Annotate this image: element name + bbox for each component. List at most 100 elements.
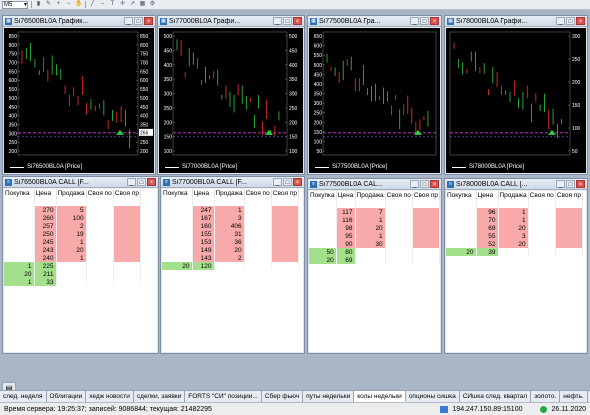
crosshair-icon[interactable]: ✛ bbox=[119, 1, 126, 8]
zoom-out-icon[interactable]: − bbox=[65, 1, 72, 8]
tab-8[interactable]: опционы сишка bbox=[405, 391, 460, 402]
maximize-icon[interactable]: □ bbox=[566, 17, 575, 25]
column-header[interactable]: Цена bbox=[192, 189, 215, 198]
table-row[interactable]: 116 1 bbox=[309, 216, 440, 224]
settings-icon[interactable]: ⚙ bbox=[149, 1, 156, 8]
close-icon[interactable]: × bbox=[430, 180, 439, 188]
tab-0[interactable]: след. неделя bbox=[0, 391, 47, 402]
column-header[interactable]: Своя пр bbox=[271, 189, 299, 198]
close-icon[interactable]: × bbox=[147, 178, 156, 186]
column-header[interactable]: Продажа bbox=[214, 189, 245, 198]
window-titlebar[interactable]: ≡ Si76500BL0A CALL [F... _ □ × bbox=[3, 177, 158, 188]
chart-area[interactable]: 500 450 400 350 300 250 200 150 100 500 450 400 350 3… bbox=[159, 28, 303, 173]
order-book-table[interactable]: Покупка Цена Продажа Своя по Своя пр 117 7 116 1… bbox=[309, 191, 440, 264]
table-row[interactable]: 20 69 bbox=[309, 256, 440, 264]
tab-7[interactable]: колы недельки bbox=[354, 391, 406, 402]
column-header[interactable]: Цена bbox=[336, 191, 356, 200]
price-chart[interactable]: 500 450 400 350 300 250 200 150 100 500 450 400 350 3… bbox=[159, 28, 303, 173]
order-book-table-area[interactable]: Покупка Цена Продажа Своя по Своя пр 96 1 70 1 69… bbox=[446, 191, 586, 352]
bar-chart-icon[interactable]: ▮ bbox=[35, 1, 42, 8]
tab-11[interactable]: нефть. bbox=[560, 391, 588, 402]
table-row[interactable]: 149 20 bbox=[162, 246, 299, 254]
chart-window-2[interactable]: ▦ Si77000BL0A Графи... _ □ × 500 450 400 350 3… bbox=[157, 15, 305, 175]
close-icon[interactable]: × bbox=[576, 180, 585, 188]
table-row[interactable]: 1 225 bbox=[4, 262, 141, 270]
window-titlebar[interactable]: ▦ Si76500BL0A График... _ □ × bbox=[3, 16, 155, 27]
table-row[interactable]: 20 120 bbox=[162, 262, 299, 270]
close-icon[interactable]: × bbox=[293, 178, 302, 186]
price-chart[interactable]: 850 800 750 700 650 600 550 500 450 400 350 300 250 2… bbox=[4, 28, 154, 173]
table-row[interactable]: 245 1 bbox=[4, 238, 141, 246]
grid-icon[interactable]: ▦ bbox=[139, 1, 146, 8]
table-row[interactable]: 160 406 bbox=[162, 222, 299, 230]
table-row[interactable]: 50 80 bbox=[309, 248, 440, 256]
table-row[interactable]: 70 1 bbox=[446, 216, 583, 224]
order-book-window-4[interactable]: ≡ Si78000BL0A CALL [... _ □ × Покупка Цена П… bbox=[444, 178, 588, 354]
minimize-icon[interactable]: _ bbox=[124, 17, 133, 25]
chart-area[interactable]: 850 800 750 700 650 600 550 500 450 400 350 300 250 2… bbox=[4, 28, 154, 173]
order-book-window-2[interactable]: ≡ Si77000BL0A CALL [F... _ □ × Покупка Цена… bbox=[160, 176, 305, 354]
table-row[interactable]: 20 39 bbox=[446, 248, 583, 256]
window-titlebar[interactable]: ▦ Si78000BL0A Графи... _ □ × bbox=[445, 16, 587, 27]
hand-icon[interactable]: ✋ bbox=[75, 1, 82, 8]
window-titlebar[interactable]: ≡ Si78000BL0A CALL [... _ □ × bbox=[445, 179, 587, 190]
tab-1[interactable]: Облигации bbox=[46, 391, 87, 402]
table-row[interactable]: 260 100 bbox=[4, 214, 141, 222]
close-icon[interactable]: × bbox=[144, 17, 153, 25]
table-row[interactable]: 52 20 bbox=[446, 240, 583, 248]
table-row[interactable]: 98 20 bbox=[309, 224, 440, 232]
arrow-icon[interactable]: ↗ bbox=[129, 1, 136, 8]
table-row[interactable]: 257 2 bbox=[4, 222, 141, 230]
minimize-icon[interactable]: _ bbox=[410, 180, 419, 188]
column-header[interactable]: Своя пр bbox=[555, 191, 583, 200]
minimize-icon[interactable]: _ bbox=[410, 17, 419, 25]
minimize-icon[interactable]: _ bbox=[556, 180, 565, 188]
table-row[interactable]: 96 1 bbox=[446, 208, 583, 216]
table-row[interactable]: 243 20 bbox=[4, 246, 141, 254]
table-row[interactable]: 20 211 bbox=[4, 270, 141, 278]
interval-select[interactable]: M5 ▾ bbox=[2, 0, 28, 9]
maximize-icon[interactable]: □ bbox=[283, 178, 292, 186]
column-header[interactable]: Своя пр bbox=[412, 191, 440, 200]
order-book-table[interactable]: Покупка Цена Продажа Своя по Своя пр 270 5 260 1… bbox=[4, 189, 141, 286]
tab-5[interactable]: Сбер фьюч bbox=[261, 391, 304, 402]
window-titlebar[interactable]: ▦ Si77000BL0A Графи... _ □ × bbox=[158, 16, 304, 27]
table-row[interactable]: 143 2 bbox=[162, 254, 299, 262]
window-titlebar[interactable]: ▦ Si77500BL0A Гра... _ □ × bbox=[308, 16, 441, 27]
maximize-icon[interactable]: □ bbox=[134, 17, 143, 25]
order-book-table[interactable]: Покупка Цена Продажа Своя по Своя пр 247 1 167 3… bbox=[162, 189, 299, 270]
order-book-table[interactable]: Покупка Цена Продажа Своя по Своя пр 96 1 70 1 69… bbox=[446, 191, 583, 256]
column-header[interactable]: Своя по bbox=[244, 189, 272, 198]
tab-2[interactable]: хедж новости bbox=[86, 391, 134, 402]
order-book-table-area[interactable]: Покупка Цена Продажа Своя по Своя пр 247 1 167 3… bbox=[162, 189, 303, 352]
table-row[interactable]: 1 33 bbox=[4, 278, 141, 286]
table-row[interactable]: 153 36 bbox=[162, 238, 299, 246]
dash-icon[interactable]: – bbox=[99, 1, 106, 8]
table-row[interactable]: 240 1 bbox=[4, 254, 141, 262]
tab-4[interactable]: FORTS "СИ" позиции... bbox=[185, 391, 262, 402]
table-row[interactable]: 270 5 bbox=[4, 206, 141, 214]
tab-6[interactable]: путы недельки bbox=[303, 391, 355, 402]
maximize-icon[interactable]: □ bbox=[566, 180, 575, 188]
chart-area[interactable]: 300 250 200 150 100 50 Si78000BL0A [Price] bbox=[446, 28, 586, 173]
close-icon[interactable]: × bbox=[576, 17, 585, 25]
column-header[interactable]: Своя по bbox=[385, 191, 413, 200]
table-row[interactable]: 95 1 bbox=[309, 232, 440, 240]
table-row[interactable]: 247 1 bbox=[162, 206, 299, 214]
table-row[interactable]: 155 31 bbox=[162, 230, 299, 238]
chart-window-3[interactable]: ▦ Si77500BL0A Гра... _ □ × 650 600 550 500 450… bbox=[307, 15, 442, 175]
column-header[interactable]: Покупка bbox=[4, 189, 35, 198]
column-header[interactable]: Продажа bbox=[355, 191, 386, 200]
column-header[interactable]: Продажа bbox=[498, 191, 529, 200]
column-header[interactable]: Покупка bbox=[309, 191, 337, 200]
tab-9[interactable]: СИшка след. квартал bbox=[459, 391, 532, 402]
chart-window-1[interactable]: ▦ Si76500BL0A График... _ □ × 850 800 750 700… bbox=[2, 15, 156, 175]
zoom-in-icon[interactable]: + bbox=[55, 1, 62, 8]
minimize-icon[interactable]: _ bbox=[273, 17, 282, 25]
minimize-icon[interactable]: _ bbox=[127, 178, 136, 186]
chart-area[interactable]: 650 600 550 500 450 400 350 300 250 200 150 100 50 S… bbox=[309, 28, 440, 173]
window-titlebar[interactable]: ≡ Si77500BL0A CAL... _ □ × bbox=[308, 179, 441, 190]
maximize-icon[interactable]: □ bbox=[137, 178, 146, 186]
order-book-table-area[interactable]: Покупка Цена Продажа Своя по Своя пр 117 7 116 1… bbox=[309, 191, 440, 352]
column-header[interactable]: Продажа bbox=[56, 189, 87, 198]
